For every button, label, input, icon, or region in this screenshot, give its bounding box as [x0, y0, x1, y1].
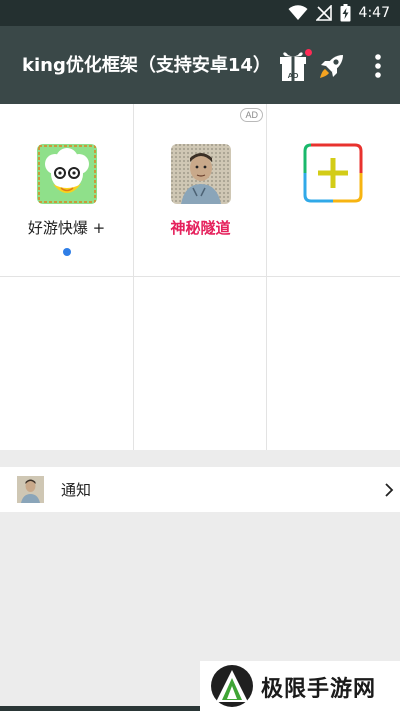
battery-charging-icon — [340, 4, 351, 22]
notification-dot — [305, 49, 312, 56]
app-grid: 好游快爆 + AD 神秘隧道 — [0, 104, 400, 450]
status-bar: 4:47 — [0, 0, 400, 26]
empty-grid-cell — [134, 277, 267, 449]
more-vert-icon — [375, 54, 381, 78]
app-bar: king优化框架（支持安卓14） AD — [0, 26, 400, 104]
chevron-right-icon — [385, 483, 394, 497]
gift-button[interactable]: AD — [276, 46, 312, 86]
status-time: 4:47 — [358, 5, 390, 21]
notice-label: 通知 — [61, 481, 92, 499]
gift-ad-label: AD — [288, 71, 299, 80]
rocket-button[interactable] — [316, 50, 348, 82]
grid-item-label: 好游快爆 + — [27, 219, 106, 237]
rocket-icon — [320, 55, 343, 78]
triangle-logo-icon — [211, 665, 253, 707]
grid-item-haoyou[interactable]: 好游快爆 + — [0, 104, 133, 276]
grid-item-add[interactable] — [267, 104, 400, 276]
empty-grid-cell — [0, 277, 133, 449]
cartoon-app-icon — [37, 144, 97, 204]
status-icons: 4:47 — [288, 3, 390, 23]
portrait-thumbnail-icon — [17, 476, 44, 503]
watermark: 极限手游网 — [200, 661, 400, 711]
new-indicator-dot — [63, 248, 71, 256]
empty-grid-cell — [267, 277, 400, 449]
grid-item-label: 神秘隧道 — [170, 219, 231, 237]
add-app-icon — [303, 143, 363, 203]
more-options-button[interactable] — [364, 50, 392, 82]
portrait-photo-icon — [171, 144, 231, 204]
grid-item-shenmi[interactable]: AD 神秘隧道 — [134, 104, 267, 276]
wifi-icon — [288, 5, 308, 20]
bottom-strip — [0, 706, 200, 711]
no-signal-icon — [315, 5, 332, 21]
watermark-text: 极限手游网 — [261, 677, 377, 702]
notice-row[interactable]: 通知 — [0, 467, 400, 512]
ad-badge: AD — [240, 108, 263, 122]
app-title: king优化框架（支持安卓14） — [22, 55, 271, 76]
